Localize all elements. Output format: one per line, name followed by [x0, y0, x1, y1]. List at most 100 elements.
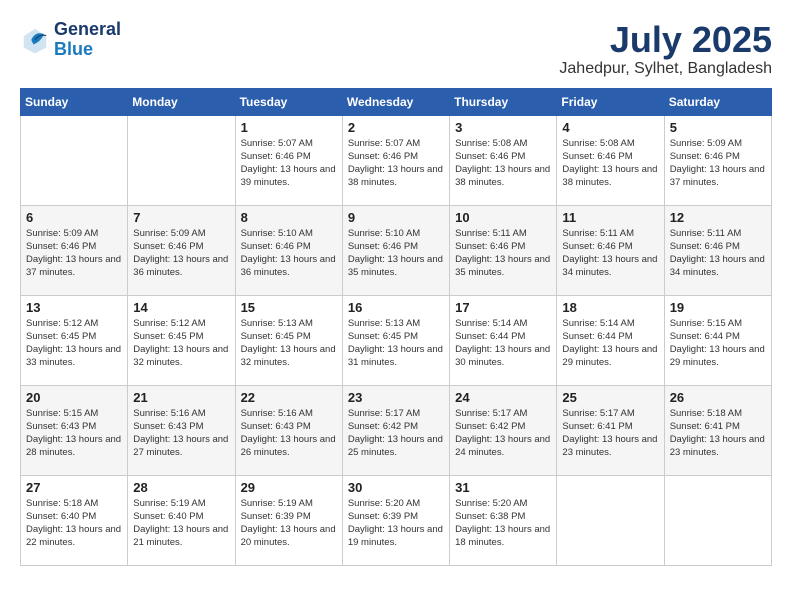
day-info: Sunrise: 5:08 AM Sunset: 6:46 PM Dayligh…: [562, 137, 658, 190]
day-info: Sunrise: 5:14 AM Sunset: 6:44 PM Dayligh…: [455, 317, 551, 370]
day-number: 20: [26, 390, 122, 405]
calendar-day-10: 10 Sunrise: 5:11 AM Sunset: 6:46 PM Dayli…: [450, 205, 557, 295]
calendar-day-8: 8Sunrise: 5:10 AM Sunset: 6:46 PM Daylig…: [235, 205, 342, 295]
calendar-empty-cell: [664, 475, 771, 565]
day-info: Sunrise: 5:09 AM Sunset: 6:46 PM Dayligh…: [133, 227, 229, 280]
header: General Blue July 2025 Jahedpur, Sylhet,…: [20, 20, 772, 78]
calendar-day-15: 15 Sunrise: 5:13 AM Sunset: 6:45 PM Dayli…: [235, 295, 342, 385]
day-number: 3: [455, 120, 551, 135]
calendar-day-26: 26Sunrise: 5:18 AM Sunset: 6:41 PM Dayli…: [664, 385, 771, 475]
day-number: 2: [348, 120, 444, 135]
calendar-week-row: 13 Sunrise: 5:12 AM Sunset: 6:45 PM Dayli…: [21, 295, 772, 385]
day-info: Sunrise: 5:20 AM Sunset: 6:38 PM Dayligh…: [455, 497, 551, 550]
calendar-day-2: 2 Sunrise: 5:07 AM Sunset: 6:46 PM Daylig…: [342, 115, 449, 205]
calendar-day-16: 16 Sunrise: 5:13 AM Sunset: 6:45 PM Dayli…: [342, 295, 449, 385]
day-number: 15: [241, 300, 337, 315]
calendar-day-4: 4 Sunrise: 5:08 AM Sunset: 6:46 PM Daylig…: [557, 115, 664, 205]
day-number: 16: [348, 300, 444, 315]
logo-icon: [20, 25, 50, 55]
day-info: Sunrise: 5:18 AM Sunset: 6:41 PM Dayligh…: [670, 407, 766, 460]
day-info: Sunrise: 5:11 AM Sunset: 6:46 PM Dayligh…: [455, 227, 551, 280]
calendar-day-17: 17 Sunrise: 5:14 AM Sunset: 6:44 PM Dayli…: [450, 295, 557, 385]
day-info: Sunrise: 5:14 AM Sunset: 6:44 PM Dayligh…: [562, 317, 658, 370]
day-number: 22: [241, 390, 337, 405]
day-info: Sunrise: 5:17 AM Sunset: 6:41 PM Dayligh…: [562, 407, 658, 460]
calendar-day-31: 31 Sunrise: 5:20 AM Sunset: 6:38 PM Dayli…: [450, 475, 557, 565]
calendar-day-22: 22 Sunrise: 5:16 AM Sunset: 6:43 PM Dayli…: [235, 385, 342, 475]
col-header-wednesday: Wednesday: [342, 88, 449, 115]
calendar-week-row: 1 Sunrise: 5:07 AM Sunset: 6:46 PM Daylig…: [21, 115, 772, 205]
day-info: Sunrise: 5:08 AM Sunset: 6:46 PM Dayligh…: [455, 137, 551, 190]
calendar-day-19: 19 Sunrise: 5:15 AM Sunset: 6:44 PM Dayli…: [664, 295, 771, 385]
day-info: Sunrise: 5:11 AM Sunset: 6:46 PM Dayligh…: [562, 227, 658, 280]
calendar-week-row: 6Sunrise: 5:09 AM Sunset: 6:46 PM Daylig…: [21, 205, 772, 295]
day-info: Sunrise: 5:12 AM Sunset: 6:45 PM Dayligh…: [133, 317, 229, 370]
col-header-thursday: Thursday: [450, 88, 557, 115]
day-number: 12: [670, 210, 766, 225]
calendar-day-28: 28 Sunrise: 5:19 AM Sunset: 6:40 PM Dayli…: [128, 475, 235, 565]
day-info: Sunrise: 5:16 AM Sunset: 6:43 PM Dayligh…: [241, 407, 337, 460]
calendar-week-row: 27 Sunrise: 5:18 AM Sunset: 6:40 PM Dayli…: [21, 475, 772, 565]
day-number: 17: [455, 300, 551, 315]
title-section: July 2025 Jahedpur, Sylhet, Bangladesh: [559, 20, 772, 78]
day-number: 29: [241, 480, 337, 495]
day-number: 9: [348, 210, 444, 225]
calendar-day-5: 5Sunrise: 5:09 AM Sunset: 6:46 PM Daylig…: [664, 115, 771, 205]
calendar-day-20: 20Sunrise: 5:15 AM Sunset: 6:43 PM Dayli…: [21, 385, 128, 475]
calendar-table: SundayMondayTuesdayWednesdayThursdayFrid…: [20, 88, 772, 566]
calendar-day-3: 3 Sunrise: 5:08 AM Sunset: 6:46 PM Daylig…: [450, 115, 557, 205]
day-number: 27: [26, 480, 122, 495]
calendar-day-24: 24Sunrise: 5:17 AM Sunset: 6:42 PM Dayli…: [450, 385, 557, 475]
calendar-day-25: 25 Sunrise: 5:17 AM Sunset: 6:41 PM Dayli…: [557, 385, 664, 475]
location-subtitle: Jahedpur, Sylhet, Bangladesh: [559, 60, 772, 78]
day-number: 4: [562, 120, 658, 135]
calendar-day-23: 23Sunrise: 5:17 AM Sunset: 6:42 PM Dayli…: [342, 385, 449, 475]
calendar-week-row: 20Sunrise: 5:15 AM Sunset: 6:43 PM Dayli…: [21, 385, 772, 475]
calendar-day-14: 14Sunrise: 5:12 AM Sunset: 6:45 PM Dayli…: [128, 295, 235, 385]
calendar-day-29: 29 Sunrise: 5:19 AM Sunset: 6:39 PM Dayli…: [235, 475, 342, 565]
day-number: 11: [562, 210, 658, 225]
day-info: Sunrise: 5:07 AM Sunset: 6:46 PM Dayligh…: [241, 137, 337, 190]
page-container: General Blue July 2025 Jahedpur, Sylhet,…: [20, 20, 772, 566]
day-info: Sunrise: 5:10 AM Sunset: 6:46 PM Dayligh…: [348, 227, 444, 280]
calendar-empty-cell: [21, 115, 128, 205]
day-number: 10: [455, 210, 551, 225]
day-number: 25: [562, 390, 658, 405]
calendar-day-30: 30 Sunrise: 5:20 AM Sunset: 6:39 PM Dayli…: [342, 475, 449, 565]
calendar-day-6: 6Sunrise: 5:09 AM Sunset: 6:46 PM Daylig…: [21, 205, 128, 295]
day-number: 7: [133, 210, 229, 225]
day-number: 1: [241, 120, 337, 135]
day-number: 21: [133, 390, 229, 405]
day-info: Sunrise: 5:11 AM Sunset: 6:46 PM Dayligh…: [670, 227, 766, 280]
day-info: Sunrise: 5:13 AM Sunset: 6:45 PM Dayligh…: [241, 317, 337, 370]
day-info: Sunrise: 5:13 AM Sunset: 6:45 PM Dayligh…: [348, 317, 444, 370]
calendar-day-1: 1 Sunrise: 5:07 AM Sunset: 6:46 PM Daylig…: [235, 115, 342, 205]
day-info: Sunrise: 5:15 AM Sunset: 6:44 PM Dayligh…: [670, 317, 766, 370]
day-info: Sunrise: 5:19 AM Sunset: 6:39 PM Dayligh…: [241, 497, 337, 550]
calendar-day-21: 21 Sunrise: 5:16 AM Sunset: 6:43 PM Dayli…: [128, 385, 235, 475]
day-info: Sunrise: 5:07 AM Sunset: 6:46 PM Dayligh…: [348, 137, 444, 190]
calendar-empty-cell: [128, 115, 235, 205]
calendar-day-18: 18Sunrise: 5:14 AM Sunset: 6:44 PM Dayli…: [557, 295, 664, 385]
day-info: Sunrise: 5:20 AM Sunset: 6:39 PM Dayligh…: [348, 497, 444, 550]
day-info: Sunrise: 5:17 AM Sunset: 6:42 PM Dayligh…: [455, 407, 551, 460]
calendar-day-11: 11 Sunrise: 5:11 AM Sunset: 6:46 PM Dayli…: [557, 205, 664, 295]
day-number: 28: [133, 480, 229, 495]
day-number: 30: [348, 480, 444, 495]
day-number: 8: [241, 210, 337, 225]
day-number: 31: [455, 480, 551, 495]
calendar-day-12: 12 Sunrise: 5:11 AM Sunset: 6:46 PM Dayli…: [664, 205, 771, 295]
day-info: Sunrise: 5:18 AM Sunset: 6:40 PM Dayligh…: [26, 497, 122, 550]
day-info: Sunrise: 5:09 AM Sunset: 6:46 PM Dayligh…: [26, 227, 122, 280]
day-number: 19: [670, 300, 766, 315]
day-info: Sunrise: 5:19 AM Sunset: 6:40 PM Dayligh…: [133, 497, 229, 550]
calendar-day-13: 13 Sunrise: 5:12 AM Sunset: 6:45 PM Dayli…: [21, 295, 128, 385]
col-header-tuesday: Tuesday: [235, 88, 342, 115]
day-info: Sunrise: 5:17 AM Sunset: 6:42 PM Dayligh…: [348, 407, 444, 460]
day-info: Sunrise: 5:16 AM Sunset: 6:43 PM Dayligh…: [133, 407, 229, 460]
calendar-day-27: 27 Sunrise: 5:18 AM Sunset: 6:40 PM Dayli…: [21, 475, 128, 565]
calendar-header-row: SundayMondayTuesdayWednesdayThursdayFrid…: [21, 88, 772, 115]
day-number: 13: [26, 300, 122, 315]
day-info: Sunrise: 5:12 AM Sunset: 6:45 PM Dayligh…: [26, 317, 122, 370]
calendar-day-9: 9 Sunrise: 5:10 AM Sunset: 6:46 PM Daylig…: [342, 205, 449, 295]
